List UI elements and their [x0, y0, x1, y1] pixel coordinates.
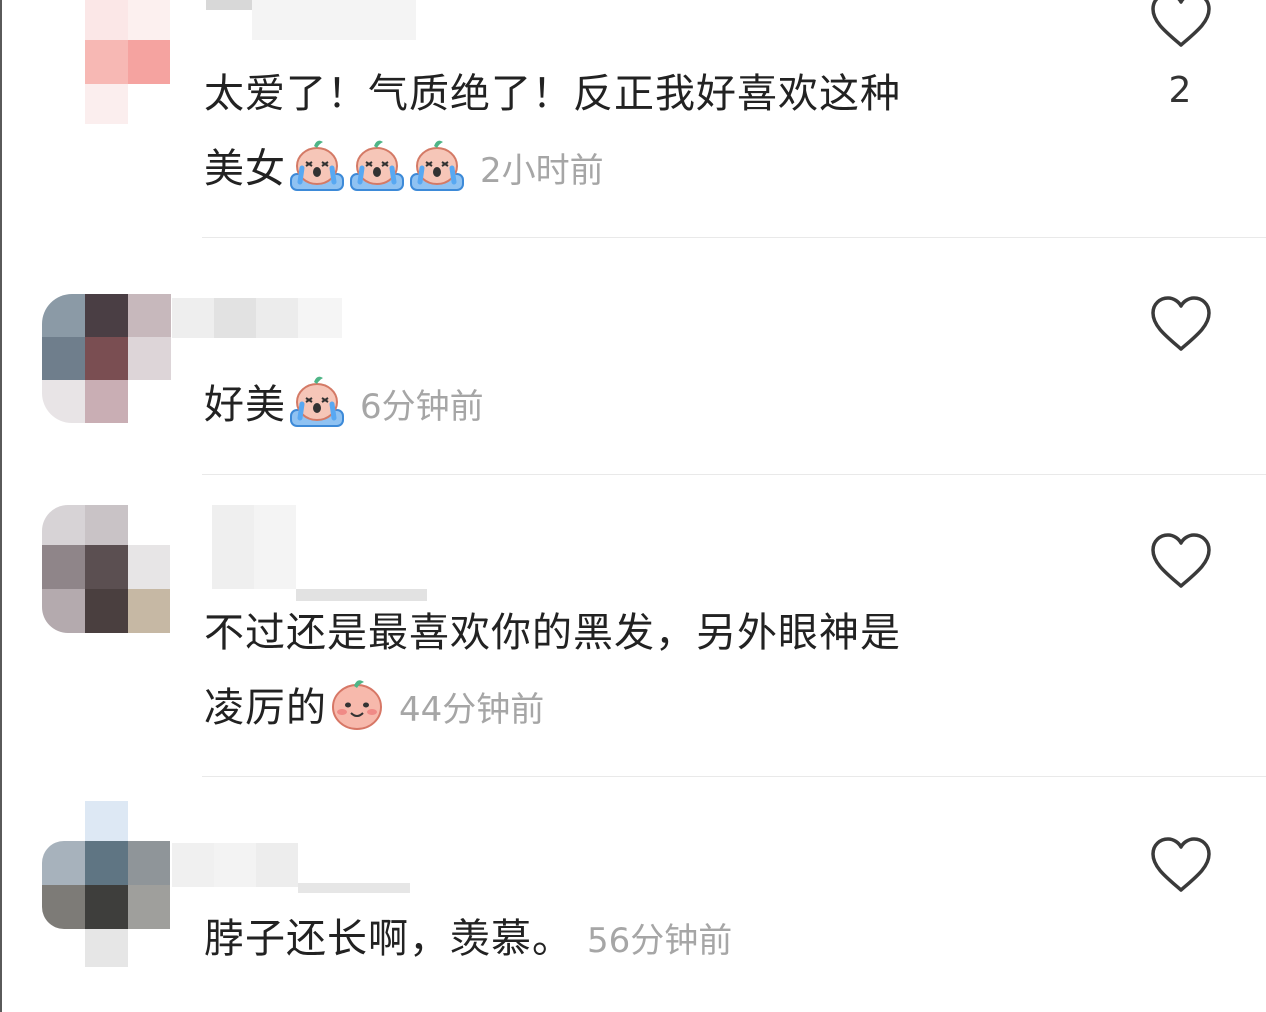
like-button[interactable]: [1148, 294, 1214, 354]
comment-text-line1: 好美 6分钟前: [204, 374, 484, 439]
username-blurred[interactable]: [172, 505, 427, 605]
comment-text-line1: 不过还是最喜欢你的黑发，另外眼神是: [204, 610, 901, 656]
comment-time: 6分钟前: [360, 387, 484, 427]
like-button[interactable]: [1148, 531, 1214, 591]
comment-item-4: 脖子还长啊，羡慕。 56分钟前: [0, 777, 1266, 1012]
crying-laughing-emoji-icon: [288, 374, 346, 439]
comment-item-3: 不过还是最喜欢你的黑发，另外眼神是 凌厉的 44分钟前: [0, 475, 1266, 777]
heart-outline-icon: [1151, 837, 1211, 892]
username-blurred[interactable]: [172, 298, 342, 338]
heart-outline-icon: [1151, 0, 1211, 47]
comment-text-line2: 凌厉的 44分钟前: [204, 677, 544, 742]
heart-outline-icon: [1151, 296, 1211, 351]
like-button[interactable]: [1148, 835, 1214, 895]
crying-laughing-emoji-icon: [288, 138, 346, 203]
comment-time: 2小时前: [480, 151, 604, 191]
crying-laughing-emoji-icon: [348, 138, 406, 203]
avatar-blurred[interactable]: [42, 801, 170, 967]
comment-text-line2: 美女 2小时前: [204, 138, 604, 203]
blushing-smile-emoji-icon: [329, 677, 385, 742]
comment-time: 44分钟前: [399, 690, 545, 730]
username-blurred[interactable]: [172, 843, 410, 893]
comment-text-line1: 脖子还长啊，羡慕。 56分钟前: [204, 916, 733, 962]
like-button[interactable]: [1148, 0, 1214, 50]
username-blurred[interactable]: [206, 0, 416, 40]
comment-text-line1: 太爱了！气质绝了！反正我好喜欢这种: [204, 71, 901, 117]
heart-outline-icon: [1151, 533, 1211, 588]
crying-laughing-emoji-icon: [408, 138, 466, 203]
avatar-blurred[interactable]: [42, 294, 171, 423]
avatar-blurred[interactable]: [42, 0, 170, 125]
avatar-blurred[interactable]: [42, 505, 170, 635]
like-count: 2: [1168, 70, 1192, 111]
comment-time: 56分钟前: [587, 921, 733, 961]
comment-item-1: 太爱了！气质绝了！反正我好喜欢这种 美女 2小时前 2: [0, 0, 1266, 238]
comment-item-2: 好美 6分钟前: [0, 238, 1266, 475]
